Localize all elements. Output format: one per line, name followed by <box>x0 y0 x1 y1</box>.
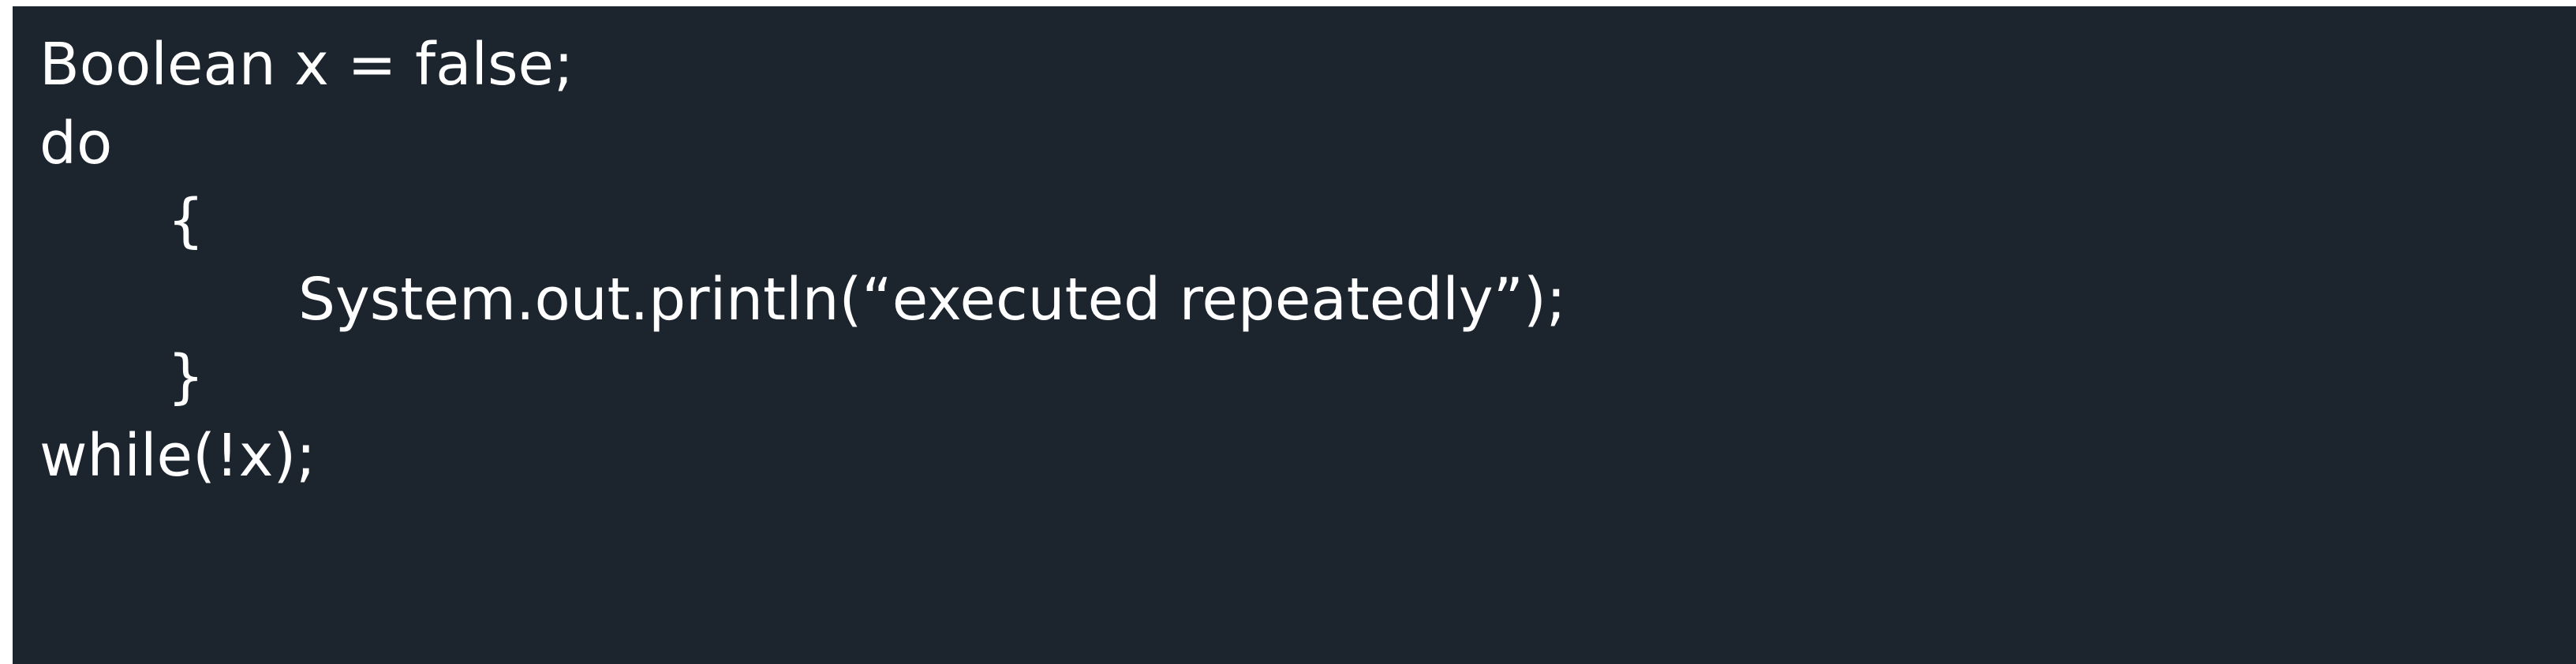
code-line-close-brace: } <box>167 343 205 411</box>
code-line-while-condition: while(!x); <box>39 422 316 490</box>
code-line-open-brace: { <box>167 187 205 255</box>
code-block: Boolean x = false; do { System.out.print… <box>13 6 2576 664</box>
code-line-do-keyword: do <box>39 110 113 177</box>
code-line-declaration: Boolean x = false; <box>39 31 574 99</box>
code-line-print-statement: System.out.println(“executed repeatedly”… <box>298 266 1566 334</box>
